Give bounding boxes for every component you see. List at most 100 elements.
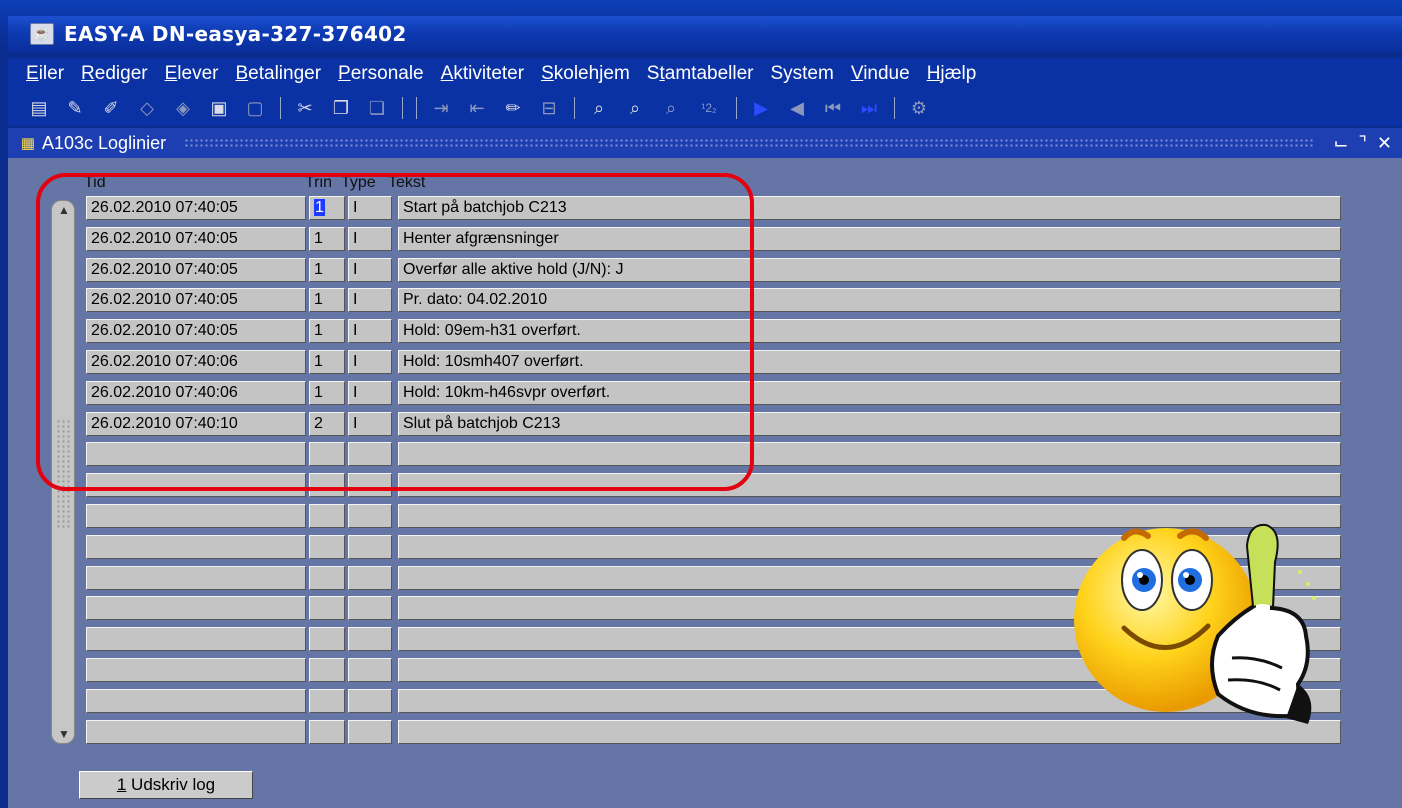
cell-tekst[interactable]: Hold: 10smh407 overført. xyxy=(398,350,1341,374)
cell-type[interactable] xyxy=(348,504,392,528)
menu-item[interactable]: Stamtabeller xyxy=(647,63,754,85)
cell-tekst[interactable]: Pr. dato: 04.02.2010 xyxy=(398,288,1341,313)
print-log-button[interactable]: 1 Udskriv log xyxy=(79,771,253,799)
cell-type[interactable] xyxy=(348,688,392,713)
pencil-icon[interactable]: ✏ xyxy=(500,96,526,120)
menu-item[interactable]: System xyxy=(770,63,833,85)
table-row[interactable]: 26.02.2010 07:40:05 1 I Overfør alle aktive… xyxy=(86,257,1341,284)
cell-trin[interactable] xyxy=(309,442,345,467)
scroll-down-icon[interactable]: ▼ xyxy=(58,727,70,741)
cell-tid[interactable] xyxy=(86,473,306,498)
cell-trin[interactable]: 1 xyxy=(309,257,345,282)
cell-tid[interactable]: 26.02.2010 07:40:10 xyxy=(86,411,306,436)
cell-type[interactable] xyxy=(348,627,392,652)
cell-tid[interactable] xyxy=(86,596,306,621)
table-row[interactable] xyxy=(86,442,1341,468)
cell-tid[interactable]: 26.02.2010 07:40:05 xyxy=(86,226,306,251)
cell-tid[interactable]: 26.02.2010 07:40:05 xyxy=(86,257,306,282)
cell-tid[interactable]: 26.02.2010 07:40:05 xyxy=(86,196,306,220)
table-row[interactable]: 26.02.2010 07:40:05 1 I Start på batchjob C… xyxy=(86,196,1341,222)
cell-trin[interactable] xyxy=(309,658,345,682)
cell-tid[interactable] xyxy=(86,627,306,652)
cell-tid[interactable] xyxy=(86,565,306,590)
cell-tekst[interactable]: Start på batchjob C213 xyxy=(398,196,1341,220)
cell-trin[interactable]: 1 xyxy=(309,319,345,344)
cell-type[interactable]: I xyxy=(348,257,392,282)
cell-type[interactable]: I xyxy=(348,196,392,220)
cell-type[interactable]: I xyxy=(348,319,392,344)
cell-tid[interactable]: 26.02.2010 07:40:06 xyxy=(86,380,306,405)
cell-type[interactable] xyxy=(348,565,392,590)
cell-tid[interactable] xyxy=(86,688,306,713)
last-record-icon[interactable]: ⏭ xyxy=(856,96,882,120)
cancel-query-icon[interactable]: ⌕ xyxy=(658,96,684,120)
menu-item[interactable]: Personale xyxy=(338,63,424,85)
table-row[interactable]: 26.02.2010 07:40:05 1 I Pr. dato: 04.02.201… xyxy=(86,288,1341,314)
cell-type[interactable] xyxy=(348,473,392,498)
table-row[interactable]: 26.02.2010 07:40:06 1 I Hold: 10km-h46svpr … xyxy=(86,380,1341,407)
cell-trin[interactable]: 2 xyxy=(309,411,345,436)
save-icon[interactable]: ▤ xyxy=(26,96,52,120)
table-row[interactable]: 26.02.2010 07:40:10 2 I Slut på batchjob C2… xyxy=(86,411,1341,438)
menu-item[interactable]: Skolehjem xyxy=(541,63,630,85)
menu-item[interactable]: Vindue xyxy=(851,63,910,85)
scroll-up-icon[interactable]: ▲ xyxy=(58,203,70,217)
cell-type[interactable]: I xyxy=(348,350,392,374)
table-row[interactable] xyxy=(86,473,1341,499)
menu-item[interactable]: Rediger xyxy=(81,63,148,85)
cell-trin[interactable] xyxy=(309,596,345,621)
minimize-icon[interactable]: ⌙ xyxy=(1333,133,1348,154)
cell-trin[interactable]: 1 xyxy=(309,226,345,251)
copy-record-icon[interactable]: ▢ xyxy=(242,96,268,120)
cell-tid[interactable]: 26.02.2010 07:40:05 xyxy=(86,288,306,313)
cell-type[interactable] xyxy=(348,658,392,682)
insert-record-icon[interactable]: ◇ xyxy=(134,96,160,120)
scroll-grip[interactable] xyxy=(56,419,70,529)
cell-tekst[interactable]: Overfør alle aktive hold (J/N): J xyxy=(398,257,1341,282)
previous-record-icon[interactable]: ◀ xyxy=(784,96,810,120)
cell-type[interactable]: I xyxy=(348,226,392,251)
table-row[interactable]: 26.02.2010 07:40:05 1 I Henter afgrænsninge… xyxy=(86,226,1341,253)
cell-tekst[interactable]: Henter afgrænsninger xyxy=(398,226,1341,251)
cell-trin[interactable] xyxy=(309,473,345,498)
cell-trin[interactable] xyxy=(309,504,345,528)
menu-item[interactable]: Eiler xyxy=(26,63,64,85)
lock-icon[interactable]: ⊟ xyxy=(536,96,562,120)
cell-tekst[interactable]: Hold: 10km-h46svpr overført. xyxy=(398,380,1341,405)
cell-trin[interactable]: 1 xyxy=(309,350,345,374)
cell-tekst[interactable] xyxy=(398,473,1341,498)
cell-type[interactable]: I xyxy=(348,288,392,313)
cell-type[interactable] xyxy=(348,442,392,467)
cell-type[interactable] xyxy=(348,719,392,744)
settings-icon[interactable]: ⚙ xyxy=(906,96,932,120)
copy-icon[interactable]: ❐ xyxy=(328,96,354,120)
add-row-icon[interactable]: ⇥ xyxy=(428,96,454,120)
count-query-icon[interactable]: ¹2₂ xyxy=(694,96,724,120)
edit-icon[interactable]: ✐ xyxy=(98,96,124,120)
cell-tid[interactable] xyxy=(86,442,306,467)
cell-trin[interactable] xyxy=(309,688,345,713)
cut-icon[interactable]: ✂ xyxy=(292,96,318,120)
paste-icon[interactable]: ❏ xyxy=(364,96,390,120)
close-icon[interactable]: ✕ xyxy=(1377,133,1392,154)
remove-row-icon[interactable]: ⇤ xyxy=(464,96,490,120)
maximize-icon[interactable]: ⌝ xyxy=(1358,133,1366,154)
duplicate-icon[interactable]: ▣ xyxy=(206,96,232,120)
clear-icon[interactable]: ✎ xyxy=(62,96,88,120)
execute-query-icon[interactable]: ⌕ xyxy=(622,96,648,120)
cell-type[interactable] xyxy=(348,596,392,621)
cell-trin[interactable]: 1 xyxy=(309,380,345,405)
query-icon[interactable]: ⌕ xyxy=(586,96,612,120)
cell-tid[interactable] xyxy=(86,658,306,682)
cell-type[interactable] xyxy=(348,534,392,559)
menu-item[interactable]: Betalinger xyxy=(235,63,321,85)
cell-trin[interactable] xyxy=(309,719,345,744)
menu-item[interactable]: Elever xyxy=(165,63,219,85)
cell-trin[interactable] xyxy=(309,565,345,590)
cell-tid[interactable] xyxy=(86,719,306,744)
cell-tid[interactable] xyxy=(86,534,306,559)
table-row[interactable]: 26.02.2010 07:40:06 1 I Hold: 10smh407 over… xyxy=(86,350,1341,376)
cell-trin[interactable] xyxy=(309,627,345,652)
cell-type[interactable]: I xyxy=(348,380,392,405)
next-record-icon[interactable]: ▶ xyxy=(748,96,774,120)
